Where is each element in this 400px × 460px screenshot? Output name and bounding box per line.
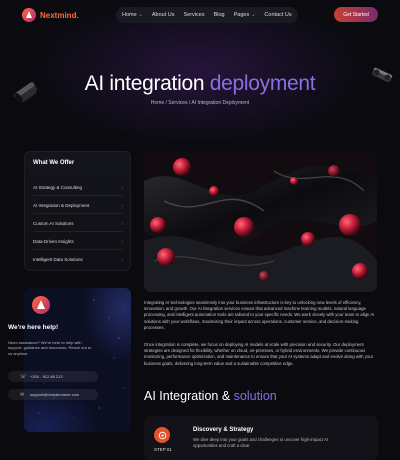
title-accent: deployment xyxy=(209,72,316,95)
nav-label: Home xyxy=(122,12,137,18)
nav-item-services[interactable]: Services xyxy=(184,12,205,18)
step-title: Discovery & Strategy xyxy=(193,427,254,433)
main-nav: Home ⌄ About Us Services Blog Pages ⌄ Co… xyxy=(116,7,298,23)
brand-name: Nextmind. xyxy=(40,10,79,20)
sidebar-item-label: Data-Driven Insights xyxy=(33,239,74,244)
phone-icon: ☏ xyxy=(20,373,27,380)
nav-item-pages[interactable]: Pages ⌄ xyxy=(234,12,256,18)
help-card xyxy=(24,288,131,432)
sidebar-item-data-insights[interactable]: Data-Driven Insights › xyxy=(33,239,123,250)
nav-label: Contact Us xyxy=(264,12,292,18)
sidebar-item-data-solutions[interactable]: Intelligent Data Solutions › xyxy=(33,257,123,267)
sidebar-item-ai-integration[interactable]: AI Integration & Deployment › xyxy=(33,203,123,214)
section-title-accent: solution xyxy=(233,389,277,403)
sidebar-item-ai-strategy[interactable]: AI Strategy & Consulting › xyxy=(33,185,123,196)
strategy-icon xyxy=(158,431,166,439)
content-paragraph-2: Once integration is complete, we focus o… xyxy=(144,342,374,366)
nav-label: Services xyxy=(183,12,205,18)
chevron-down-icon: ⌄ xyxy=(138,12,143,18)
step-label: STEP 01 xyxy=(154,447,172,452)
logo-icon xyxy=(22,8,36,22)
arrow-right-icon: › xyxy=(121,257,124,262)
help-text: Need assistance? We're here to help with… xyxy=(8,340,92,356)
phone-link[interactable]: ☏ +200 - 912 86 213 xyxy=(8,371,98,382)
logo[interactable]: Nextmind. xyxy=(22,8,79,22)
sidebar-item-label: AI Strategy & Consulting xyxy=(33,185,83,190)
arrow-right-icon: › xyxy=(121,185,124,190)
nav-label: About Us xyxy=(151,12,175,18)
page-title: AI integration deployment xyxy=(0,72,400,96)
email-address: support@domainname.com xyxy=(30,392,80,397)
breadcrumb[interactable]: Home / Services / AI Integration Deploym… xyxy=(0,100,400,106)
sidebar-item-label: Custom AI Solutions xyxy=(33,221,74,226)
arrow-right-icon: › xyxy=(121,239,124,244)
title-main: AI integration xyxy=(84,72,205,95)
step-badge xyxy=(154,427,170,443)
sidebar-item-label: Intelligent Data Solutions xyxy=(33,257,83,262)
site-header: Nextmind. Home ⌄ About Us Services Blog … xyxy=(0,0,400,30)
page: Nextmind. Home ⌄ About Us Services Blog … xyxy=(0,0,400,460)
get-started-button[interactable]: Get Started xyxy=(334,7,378,22)
chevron-down-icon: ⌄ xyxy=(251,12,256,18)
sidebar-item-custom-ai[interactable]: Custom AI Solutions › xyxy=(33,221,123,232)
ai-fluid-spheres-image xyxy=(144,151,377,292)
section-title: AI Integration & solution xyxy=(144,389,277,403)
phone-number: +200 - 912 86 213 xyxy=(30,374,63,379)
help-title: We're here help! xyxy=(8,324,59,331)
nav-item-about[interactable]: About Us xyxy=(152,12,175,18)
nav-label: Blog xyxy=(213,12,225,18)
nav-item-blog[interactable]: Blog xyxy=(214,12,225,18)
nav-label: Pages xyxy=(233,12,250,18)
arrow-right-icon: › xyxy=(121,221,124,226)
email-link[interactable]: ✉ support@domainname.com xyxy=(8,389,98,400)
nav-item-contact[interactable]: Contact Us xyxy=(264,12,291,18)
services-sidebar: What We Offer AI Strategy & Consulting › … xyxy=(24,151,131,271)
arrow-right-icon: › xyxy=(121,203,124,208)
hero-image xyxy=(144,151,377,292)
sidebar-title: What We Offer xyxy=(33,160,75,166)
brand-icon xyxy=(32,296,50,314)
nav-item-home[interactable]: Home ⌄ xyxy=(122,12,143,18)
section-title-main: AI Integration & xyxy=(144,389,231,403)
content-paragraph-1: Integrating AI technologies seamlessly i… xyxy=(144,300,375,330)
sidebar-item-label: AI Integration & Deployment xyxy=(33,203,90,208)
mail-icon: ✉ xyxy=(20,391,25,398)
step-description: We dive deep into your goals and challen… xyxy=(193,437,329,449)
